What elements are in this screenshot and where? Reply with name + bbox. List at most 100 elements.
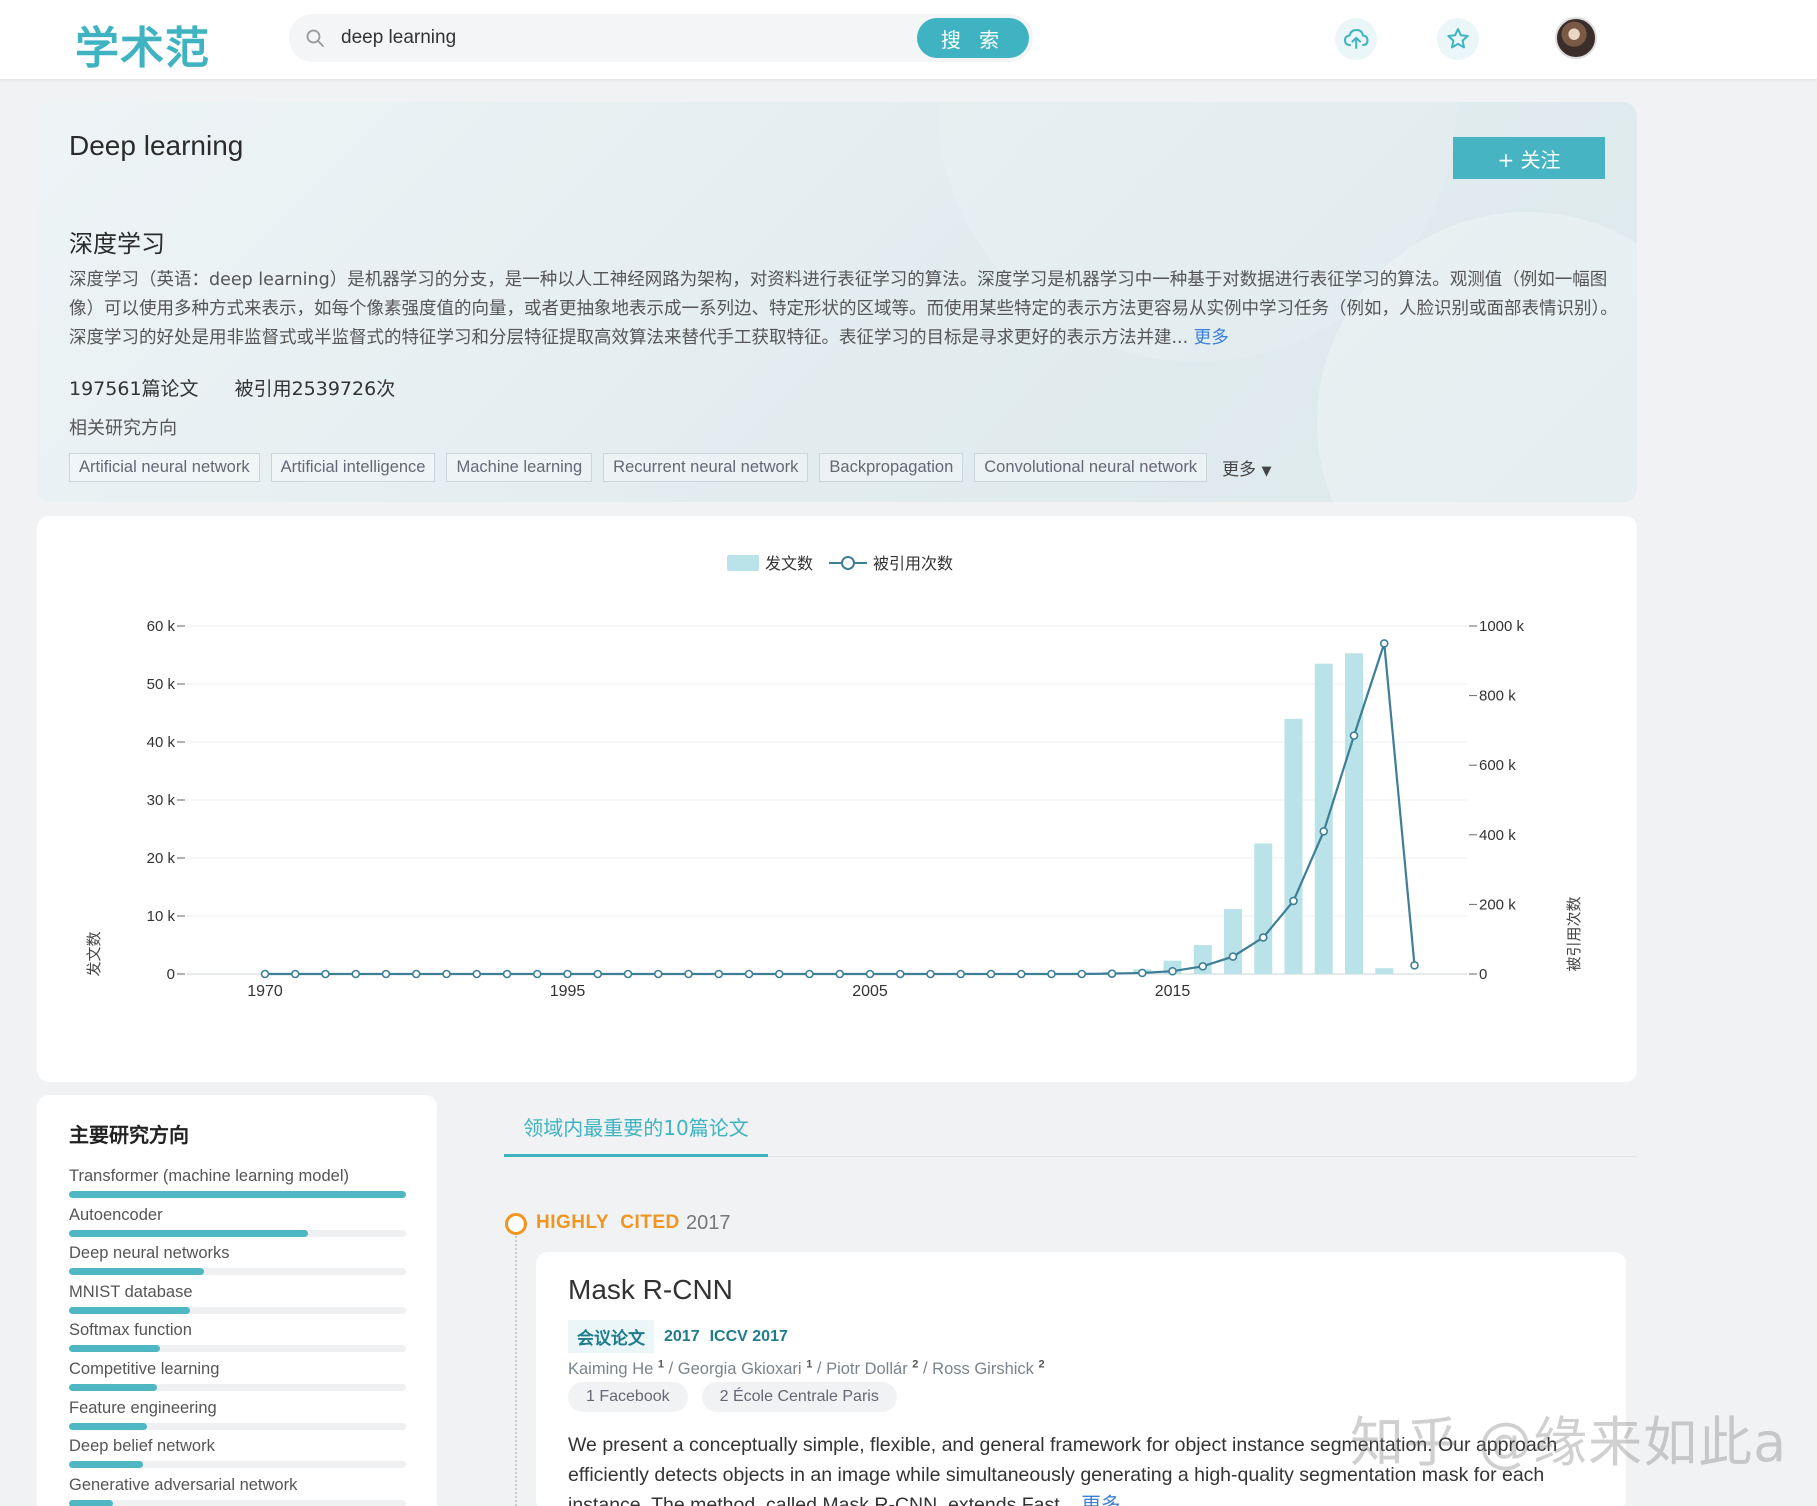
abstract-more-link[interactable]: 更多	[1081, 1494, 1120, 1506]
logo[interactable]: 学术范	[75, 12, 210, 76]
tag-machine-learning[interactable]: Machine learning	[446, 453, 593, 482]
citations-point[interactable]	[290, 969, 300, 979]
citations-point[interactable]	[805, 969, 814, 979]
follow-button[interactable]: + 关注	[1453, 137, 1605, 179]
legend-label-citations: 被引用次数	[873, 555, 953, 573]
research-direction-item[interactable]: Feature engineering	[69, 1399, 406, 1438]
y-tick-label-left: 50 k	[147, 676, 176, 693]
citations-point[interactable]	[1168, 966, 1177, 976]
citations-point[interactable]	[1077, 969, 1087, 979]
citations-point[interactable]	[1410, 960, 1419, 970]
citations-point[interactable]	[714, 969, 724, 979]
research-direction-bar	[69, 1306, 406, 1314]
bar-papers[interactable]	[1314, 663, 1333, 974]
affiliation-chip[interactable]: 2 École Centrale Paris	[701, 1382, 897, 1412]
citations-line	[265, 643, 1416, 976]
bar-papers[interactable]	[1224, 909, 1242, 974]
research-direction-name: Transformer (machine learning model)	[69, 1167, 349, 1185]
tab-top-10-papers[interactable]: 领域内最重要的10篇论文	[504, 1097, 768, 1157]
research-direction-item[interactable]: Deep neural networks	[69, 1244, 406, 1283]
citations-point[interactable]	[1349, 731, 1359, 740]
citations-point[interactable]	[623, 969, 633, 979]
tags-more-dropdown[interactable]: 更多 ▼	[1222, 455, 1271, 480]
bar-papers[interactable]	[1254, 843, 1273, 975]
research-direction-item[interactable]: Deep belief network	[69, 1437, 406, 1476]
citations-point[interactable]	[1289, 896, 1298, 906]
bar-papers[interactable]	[1284, 718, 1303, 974]
author-link[interactable]: Kaiming He 1	[568, 1358, 664, 1378]
citations-point[interactable]	[1228, 952, 1238, 961]
citations-point[interactable]	[502, 969, 512, 979]
tag-backpropagation[interactable]: Backpropagation	[819, 453, 964, 482]
citations-point[interactable]	[563, 969, 572, 979]
y-tick-label-right: 600 k	[1479, 757, 1516, 774]
citations-point[interactable]	[684, 969, 693, 979]
citations-point[interactable]	[532, 969, 542, 979]
citations-point[interactable]	[442, 969, 451, 979]
research-direction-item[interactable]: Generative adversarial network	[69, 1476, 406, 1506]
citations-point[interactable]	[1258, 933, 1268, 942]
citations-point[interactable]	[1198, 962, 1208, 971]
research-direction-bar	[69, 1268, 406, 1276]
paper-venue[interactable]: ICCV 2017	[710, 1328, 788, 1346]
citations-point[interactable]	[321, 969, 330, 979]
author-link[interactable]: Piotr Dollár 2	[826, 1358, 918, 1378]
research-direction-name: Autoencoder	[69, 1205, 163, 1224]
upload-button[interactable]	[1335, 18, 1377, 60]
tag-convolutional-neural-network[interactable]: Convolutional neural network	[974, 453, 1208, 482]
search-button[interactable]: 搜 索	[917, 18, 1029, 58]
citations-point[interactable]	[956, 969, 966, 979]
citations-point[interactable]	[1047, 969, 1056, 979]
affiliation-chip[interactable]: 1 Facebook	[568, 1382, 688, 1412]
citations-point[interactable]	[472, 969, 482, 979]
citations-point[interactable]	[744, 969, 754, 979]
paper-title[interactable]: Mask R-CNN	[568, 1274, 733, 1306]
author-name: Ross Girshick	[932, 1359, 1034, 1378]
citations-point[interactable]	[260, 969, 270, 979]
citations-point[interactable]	[1107, 969, 1117, 978]
research-direction-item[interactable]: Softmax function	[69, 1321, 406, 1360]
tags-more-label: 更多	[1222, 460, 1257, 480]
citations-point[interactable]	[926, 969, 935, 979]
citations-point[interactable]	[351, 969, 361, 979]
citations-point[interactable]	[774, 969, 784, 979]
citations-point[interactable]	[381, 969, 391, 979]
research-direction-item[interactable]: Autoencoder	[69, 1206, 406, 1245]
research-direction-name: Softmax function	[69, 1321, 192, 1340]
research-direction-item[interactable]: Transformer (machine learning model)	[69, 1167, 406, 1206]
research-direction-name: MNIST database	[69, 1282, 193, 1301]
citations-point[interactable]	[986, 969, 996, 979]
research-direction-item[interactable]: Competitive learning	[69, 1360, 406, 1399]
favorites-button[interactable]	[1437, 18, 1479, 60]
topic-title-zh: 深度学习	[69, 230, 165, 258]
paper-affiliations: 1 Facebook 2 École Centrale Paris	[568, 1382, 897, 1412]
citations-point[interactable]	[895, 969, 905, 979]
citations-point[interactable]	[1379, 639, 1389, 648]
bar-papers[interactable]	[1345, 653, 1363, 974]
tag-artificial-neural-network[interactable]: Artificial neural network	[69, 453, 260, 482]
search-icon	[306, 29, 324, 47]
y-tick-label-left: 60 k	[147, 618, 176, 635]
citations-point[interactable]	[1137, 968, 1147, 978]
citations-point[interactable]	[653, 969, 663, 979]
description-more-link[interactable]: 更多	[1194, 328, 1229, 348]
chart-legend[interactable]: 发文数 被引用次数	[727, 555, 953, 573]
citations-point[interactable]	[593, 969, 603, 979]
research-directions-title: 主要研究方向	[69, 1123, 189, 1147]
citations-point[interactable]	[1319, 827, 1329, 836]
author-link[interactable]: Ross Girshick 2	[932, 1358, 1044, 1378]
affiliation-name: École Centrale Paris	[732, 1388, 879, 1405]
author-separator: /	[664, 1359, 678, 1378]
research-direction-item[interactable]: MNIST database	[69, 1283, 406, 1322]
tag-artificial-intelligence[interactable]: Artificial intelligence	[270, 453, 436, 482]
tag-recurrent-neural-network[interactable]: Recurrent neural network	[603, 453, 809, 482]
avatar[interactable]	[1555, 17, 1597, 59]
citations-point[interactable]	[865, 969, 875, 979]
bar-papers[interactable]	[1375, 968, 1394, 974]
author-link[interactable]: Georgia Gkioxari 1	[678, 1358, 813, 1378]
citation-count: 被引用2539726次	[234, 378, 396, 400]
search-input[interactable]	[341, 22, 841, 54]
citations-point[interactable]	[835, 969, 845, 979]
citations-point[interactable]	[411, 969, 421, 979]
citations-point[interactable]	[1016, 969, 1026, 979]
